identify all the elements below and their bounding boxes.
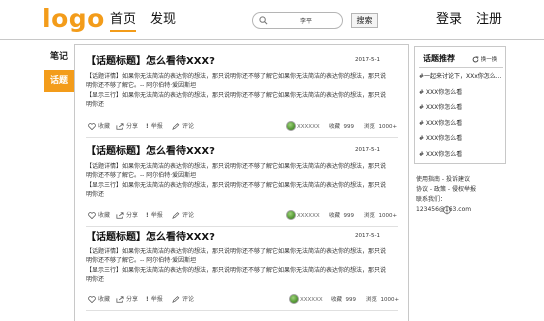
pen-icon	[172, 296, 180, 303]
comment-label: 评论	[182, 212, 195, 219]
collect-label: 收藏	[98, 296, 111, 303]
topic-card: 【话题标题】怎么看待XXX? 2017-5-1 【话题详情】如果你无法简洁的表达…	[86, 145, 398, 227]
card-title[interactable]: 【话题标题】怎么看待XXX?	[86, 231, 215, 244]
avatar[interactable]	[286, 121, 296, 131]
avatar[interactable]	[289, 294, 299, 304]
footer-contact-label: 联系我们：	[416, 196, 447, 203]
recommended-title: 话题推荐	[423, 54, 455, 63]
collect-count: 收藏 999	[331, 297, 357, 303]
recommended-topic-item[interactable]: # XXX你怎么看	[419, 151, 462, 159]
card-date: 2017-5-1	[355, 57, 380, 63]
recommended-topic-item[interactable]: # XXX你怎么看	[419, 120, 462, 128]
share-icon	[116, 296, 124, 303]
register-link[interactable]: 注册	[476, 12, 502, 28]
collect-label: 收藏	[98, 123, 111, 130]
logo[interactable]: logo	[42, 4, 105, 34]
tab-topic[interactable]: 话题	[44, 70, 74, 92]
heart-icon	[88, 123, 96, 130]
card-preview-line: 明你还	[86, 191, 105, 198]
author-name[interactable]: XXXXXX	[297, 211, 320, 221]
topic-feed: 【话题标题】怎么看待XXX? 2017-5-1 【话题详情】如果你无法简洁的表达…	[74, 44, 409, 321]
report-button[interactable]: ! 举报	[146, 122, 163, 132]
cursor-icon	[443, 205, 451, 215]
share-label: 分享	[126, 123, 139, 130]
recommended-topics-panel: 话题推荐 换一换 #一起来讨论下，XXx你怎么... # XXX你怎么看 # X…	[414, 46, 506, 164]
comment-label: 评论	[182, 123, 195, 130]
view-count: 浏览 1000+	[364, 124, 398, 130]
author-name[interactable]: XXXXXX	[297, 122, 320, 132]
report-button[interactable]: ! 举报	[146, 211, 163, 221]
report-label: 举报	[150, 212, 163, 219]
view-count: 浏览 1000+	[364, 213, 398, 219]
card-preview-line: 明你还	[86, 101, 105, 108]
nav-discover[interactable]: 发现	[150, 12, 176, 28]
nav-home[interactable]: 首页	[110, 12, 137, 32]
card-detail-line: 明你还不够了解它。-- 阿尔伯特·爱因斯坦	[86, 172, 197, 179]
collect-count: 收藏 999	[329, 213, 355, 219]
author-name[interactable]: XXXXXX	[300, 295, 323, 305]
card-title[interactable]: 【话题标题】怎么看待XXX?	[86, 55, 215, 68]
card-detail-line: 明你还不够了解它。-- 阿尔伯特·爱因斯坦	[86, 257, 197, 264]
share-button[interactable]: 分享	[116, 122, 138, 132]
refresh-button[interactable]: 换一换	[472, 55, 497, 63]
side-tabs: 笔记 话题	[44, 46, 74, 92]
card-detail-line: 明你还不够了解它。-- 阿尔伯特·爱因斯坦	[86, 82, 197, 89]
card-preview-line: 明你还	[86, 276, 105, 283]
tab-notes[interactable]: 笔记	[44, 46, 74, 68]
view-count: 浏览 1000+	[366, 297, 400, 303]
login-link[interactable]: 登录	[436, 12, 462, 28]
divider	[419, 67, 503, 68]
collect-label: 收藏	[98, 212, 111, 219]
pen-icon	[172, 123, 180, 130]
footer-guide-links[interactable]: 使用指南 - 投诉建议	[416, 175, 470, 184]
topic-card: 【话题标题】怎么看待XXX? 2017-5-1 【话题详情】如果你无法简洁的表达…	[86, 231, 400, 311]
comment-button[interactable]: 评论	[172, 122, 194, 132]
card-actions: 收藏 分享 ! 举报 评论 XXXXXX 收藏 999 浏览 1000+	[86, 210, 398, 221]
refresh-icon	[472, 56, 479, 63]
avatar[interactable]	[286, 210, 296, 220]
share-button[interactable]: 分享	[116, 295, 138, 305]
report-label: 举报	[150, 123, 163, 130]
refresh-label: 换一换	[480, 57, 498, 63]
collect-button[interactable]: 收藏	[88, 295, 110, 305]
share-icon	[116, 123, 124, 130]
report-button[interactable]: ! 举报	[146, 295, 163, 305]
exclamation-icon: !	[146, 212, 149, 219]
share-label: 分享	[126, 296, 139, 303]
exclamation-icon: !	[146, 296, 149, 303]
card-actions: 收藏 分享 ! 举报 评论 XXXXXX 收藏 999 浏览 1000+	[86, 121, 398, 132]
recommended-topic-item[interactable]: # XXX你怎么看	[419, 89, 462, 97]
topic-card: 【话题标题】怎么看待XXX? 2017-5-1 【话题详情】如果你无法简洁的表达…	[86, 55, 398, 138]
comment-label: 评论	[182, 296, 195, 303]
recommended-topic-item[interactable]: # XXX你怎么看	[419, 104, 462, 112]
pen-icon	[172, 212, 180, 219]
collect-button[interactable]: 收藏	[88, 122, 110, 132]
search-box	[252, 12, 343, 29]
collect-button[interactable]: 收藏	[88, 211, 110, 221]
collect-count: 收藏 999	[329, 124, 355, 130]
card-actions: 收藏 分享 ! 举报 评论 XXXXXX 收藏 999 浏览 1000+	[86, 294, 400, 305]
report-label: 举报	[150, 296, 163, 303]
share-label: 分享	[126, 212, 139, 219]
search-input[interactable]	[273, 14, 339, 27]
comment-button[interactable]: 评论	[172, 211, 194, 221]
exclamation-icon: !	[146, 123, 149, 130]
recommended-topic-item[interactable]: # XXX你怎么看	[419, 135, 462, 143]
recommended-topic-item[interactable]: #一起来讨论下，XXx你怎么...	[419, 73, 502, 81]
search-icon[interactable]	[259, 16, 268, 25]
top-header: logo 首页 发现 搜索 登录 注册	[0, 0, 544, 40]
share-button[interactable]: 分享	[116, 211, 138, 221]
footer-policy-links[interactable]: 协议 - 政策 - 侵权举报	[416, 185, 476, 194]
share-icon	[116, 212, 124, 219]
heart-icon	[88, 212, 96, 219]
card-date: 2017-5-1	[355, 147, 380, 153]
comment-button[interactable]: 评论	[172, 295, 194, 305]
heart-icon	[88, 296, 96, 303]
card-date: 2017-5-1	[355, 233, 380, 239]
search-button[interactable]: 搜索	[351, 13, 378, 28]
card-title[interactable]: 【话题标题】怎么看待XXX?	[86, 145, 215, 158]
